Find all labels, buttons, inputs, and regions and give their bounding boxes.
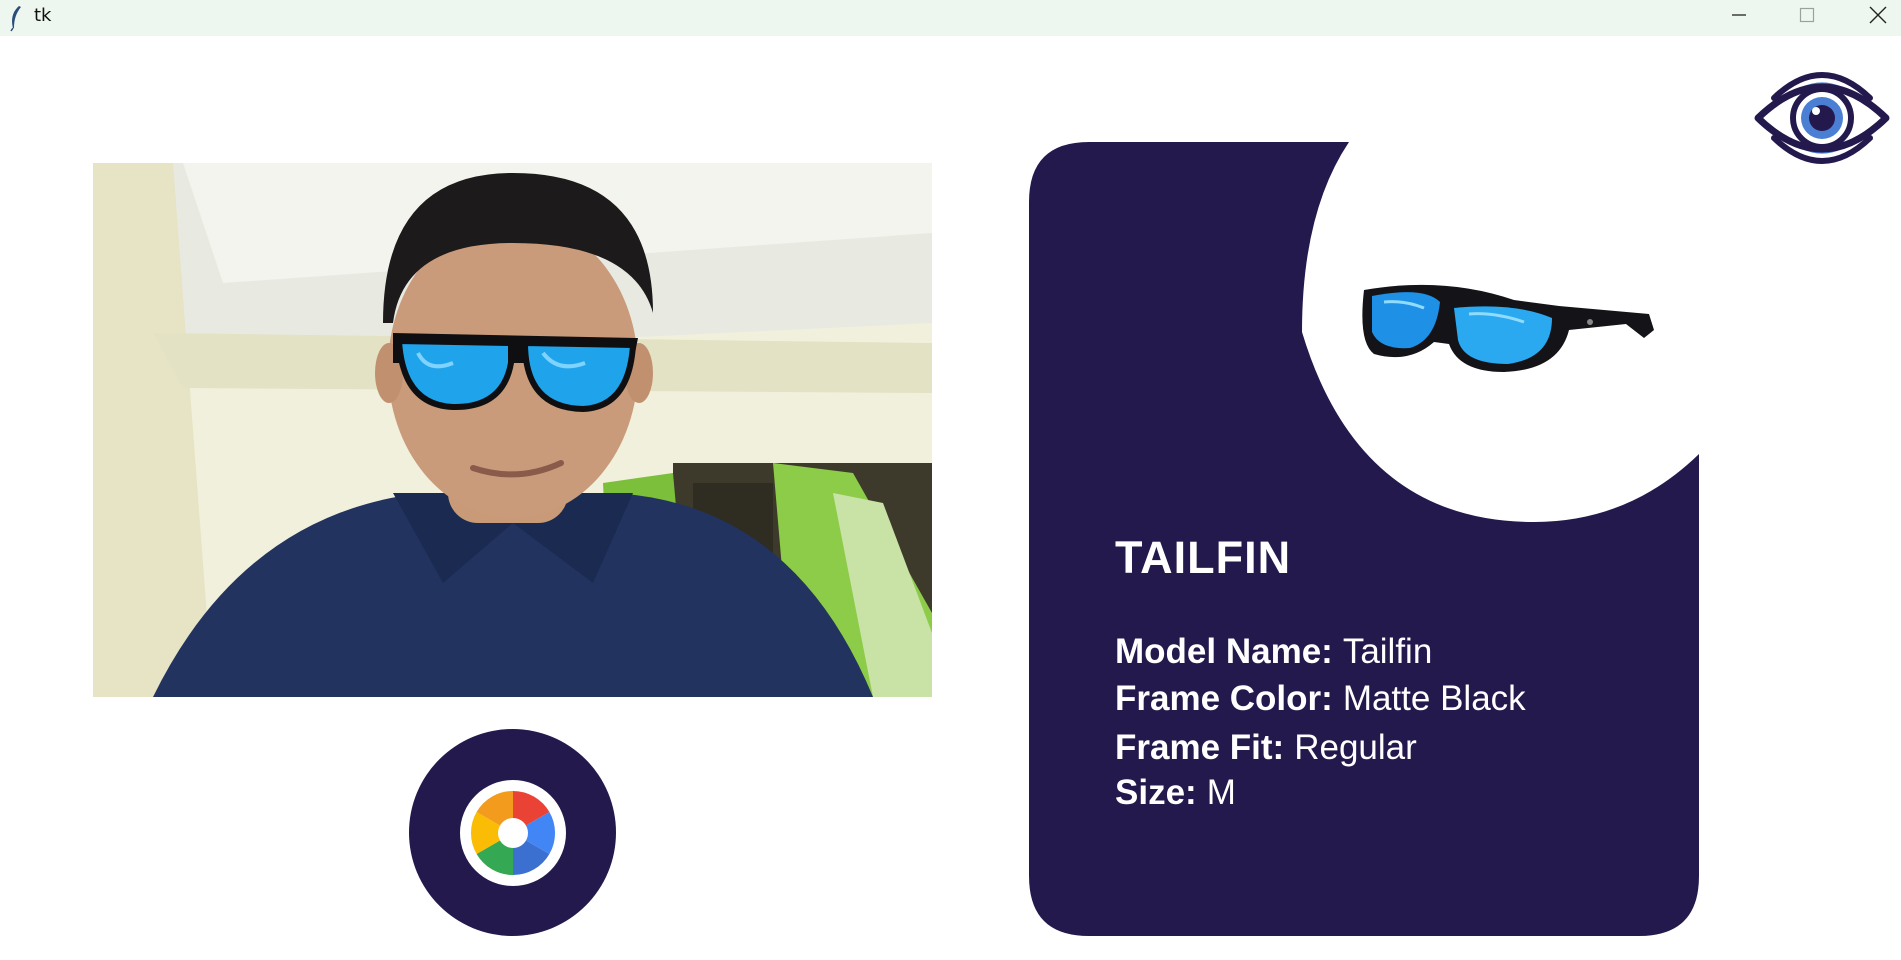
maximize-icon bbox=[1799, 7, 1815, 23]
spec-value: M bbox=[1206, 773, 1236, 812]
spec-label: Model Name: bbox=[1115, 632, 1333, 671]
spec-value: Tailfin bbox=[1342, 632, 1433, 671]
spec-model-name: Model Name: Tailfin bbox=[1115, 632, 1432, 672]
close-button[interactable] bbox=[1849, 0, 1901, 30]
camera-preview bbox=[93, 163, 932, 697]
spec-label: Frame Color: bbox=[1115, 679, 1333, 718]
sunglasses-product-image bbox=[1362, 284, 1654, 372]
product-info-card: TAILFIN Model Name: Tailfin Frame Color: M… bbox=[1029, 142, 1699, 936]
spec-value: Regular bbox=[1294, 728, 1417, 767]
capture-button[interactable] bbox=[409, 729, 616, 936]
spec-frame-color: Frame Color: Matte Black bbox=[1115, 679, 1526, 719]
spec-label: Frame Fit: bbox=[1115, 728, 1285, 767]
minimize-icon bbox=[1732, 14, 1746, 16]
eye-logo-icon bbox=[1754, 72, 1890, 164]
camera-frame-image bbox=[93, 163, 932, 697]
minimize-button[interactable] bbox=[1710, 0, 1768, 30]
camera-shutter-icon bbox=[459, 779, 566, 886]
spec-frame-fit: Frame Fit: Regular bbox=[1115, 728, 1417, 768]
maximize-button[interactable] bbox=[1778, 0, 1836, 30]
spec-label: Size: bbox=[1115, 773, 1197, 812]
product-title: TAILFIN bbox=[1115, 532, 1292, 583]
spec-size: Size: M bbox=[1115, 773, 1236, 813]
window-titlebar: tk bbox=[0, 0, 1901, 36]
window-title: tk bbox=[34, 5, 52, 26]
close-icon bbox=[1869, 6, 1887, 24]
spec-value: Matte Black bbox=[1342, 679, 1526, 718]
feather-icon bbox=[10, 6, 21, 32]
